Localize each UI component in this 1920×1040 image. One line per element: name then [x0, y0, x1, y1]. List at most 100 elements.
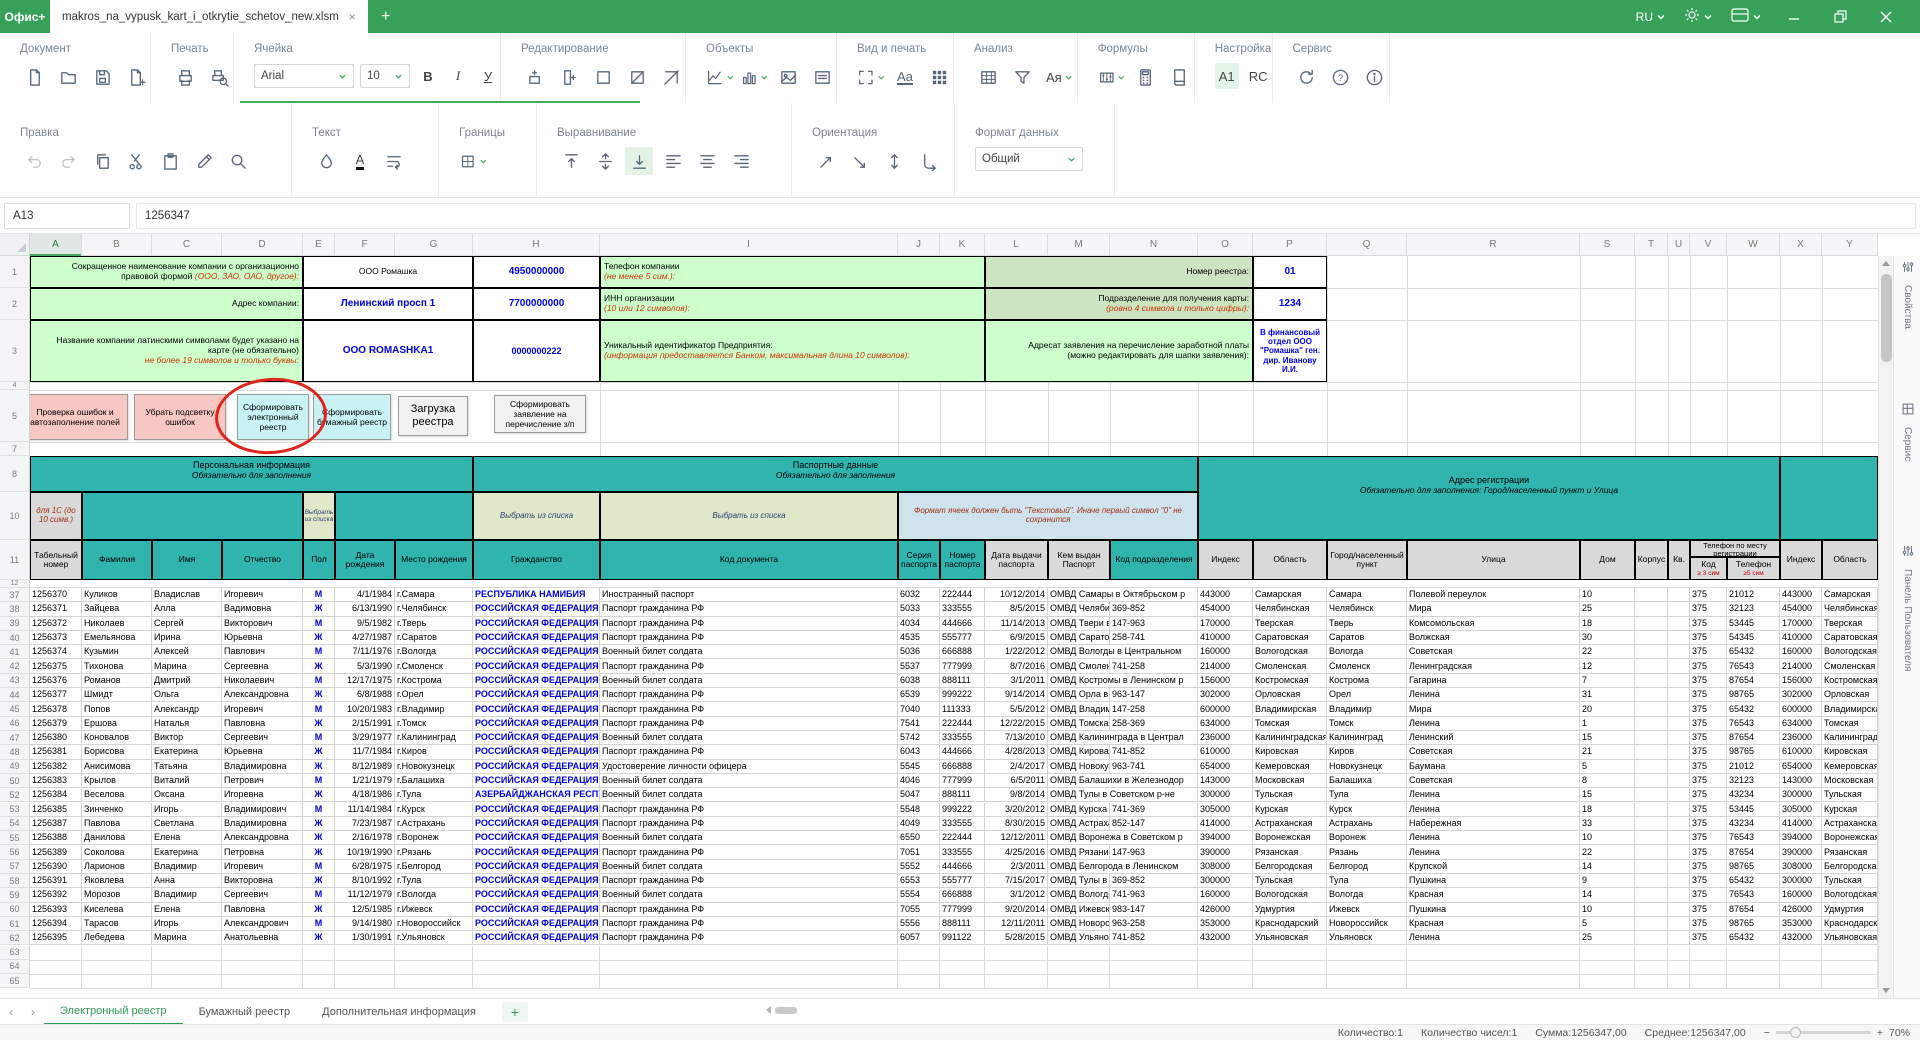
- table-header-street[interactable]: Улица: [1407, 540, 1580, 580]
- column-header-L[interactable]: L: [985, 234, 1048, 255]
- row-header-4[interactable]: 4: [0, 382, 30, 390]
- vertical-scroll-thumb[interactable]: [1881, 274, 1892, 362]
- cell-pcode[interactable]: 375: [1690, 888, 1727, 902]
- cell-doc[interactable]: Военный билет солдата: [600, 831, 898, 845]
- cell-sex[interactable]: Ж: [303, 760, 335, 774]
- cell-last[interactable]: Яковлева: [82, 874, 152, 888]
- cell-nom[interactable]: 888111: [940, 788, 985, 802]
- cell-reg2[interactable]: Вологодская: [1822, 888, 1878, 902]
- cell-podr[interactable]: 741-369: [1110, 803, 1198, 817]
- cell-idx[interactable]: 300000: [1198, 788, 1253, 802]
- cell-idx2[interactable]: 143000: [1780, 774, 1822, 788]
- cell-phone[interactable]: 32123: [1727, 774, 1780, 788]
- row-header-65[interactable]: 65: [0, 974, 30, 988]
- cell-house[interactable]: 10: [1580, 588, 1635, 602]
- cell-phone[interactable]: 87654: [1727, 674, 1780, 688]
- cell-street[interactable]: Волжская: [1407, 631, 1580, 645]
- cell-mid[interactable]: Павловна: [222, 903, 303, 917]
- cell-korp[interactable]: [1635, 888, 1668, 902]
- cell-reg[interactable]: Владимирская: [1253, 702, 1327, 716]
- cell-ser[interactable]: 5545: [898, 760, 940, 774]
- cell-sex[interactable]: Ж: [303, 788, 335, 802]
- cell-nom[interactable]: 991122: [940, 931, 985, 945]
- cell-street[interactable]: Красная: [1407, 917, 1580, 931]
- cell-kv[interactable]: [1668, 760, 1690, 774]
- cell-reg[interactable]: Тверская: [1253, 617, 1327, 631]
- spreadsheet-grid[interactable]: Сокращенное наименование компании с орга…: [0, 256, 1878, 998]
- column-header-V[interactable]: V: [1690, 234, 1727, 255]
- cell-dob[interactable]: 11/12/1979: [335, 888, 395, 902]
- cell-kv[interactable]: [1668, 645, 1690, 659]
- cell-issued[interactable]: 1/22/2012: [985, 645, 1048, 659]
- cell-ser[interactable]: 6550: [898, 831, 940, 845]
- cell-doc[interactable]: Паспорт гражданина РФ: [600, 688, 898, 702]
- row-header-62[interactable]: 62: [0, 931, 30, 945]
- cell-reg2[interactable]: Воронежская: [1822, 831, 1878, 845]
- language-selector[interactable]: RU: [1630, 0, 1672, 33]
- borders-icon[interactable]: [459, 147, 487, 175]
- cell-cit[interactable]: РОССИЙСКАЯ ФЕДЕРАЦИЯ: [473, 931, 600, 945]
- cut-icon[interactable]: [122, 147, 150, 175]
- cell-nom[interactable]: 444666: [940, 745, 985, 759]
- cell-korp[interactable]: [1635, 903, 1668, 917]
- cell-house[interactable]: 30: [1580, 631, 1635, 645]
- row-header-58[interactable]: 58: [0, 874, 30, 888]
- cell-city[interactable]: Курск: [1327, 803, 1407, 817]
- column-header-Q[interactable]: Q: [1327, 234, 1407, 255]
- cell-pcode[interactable]: 375: [1690, 903, 1727, 917]
- cell-phone[interactable]: 53445: [1727, 803, 1780, 817]
- cell-cit[interactable]: РОССИЙСКАЯ ФЕДЕРАЦИЯ: [473, 917, 600, 931]
- cell-ser[interactable]: 5537: [898, 660, 940, 674]
- cell-korp[interactable]: [1635, 745, 1668, 759]
- cell-street[interactable]: Ленина: [1407, 688, 1580, 702]
- cell-reg2[interactable]: Орловская: [1822, 688, 1878, 702]
- cell-podr[interactable]: 369-852: [1110, 874, 1198, 888]
- cell-phone[interactable]: 21012: [1727, 588, 1780, 602]
- cell-issued[interactable]: 12/22/2015: [985, 717, 1048, 731]
- cell-ser[interactable]: 5554: [898, 888, 940, 902]
- cell-pob[interactable]: г.Новокузнецк: [395, 760, 473, 774]
- cell-cit[interactable]: РОССИЙСКАЯ ФЕДЕРАЦИЯ: [473, 602, 600, 616]
- subheader-blank[interactable]: [82, 492, 303, 540]
- cell-house[interactable]: 7: [1580, 674, 1635, 688]
- show-headings-icon[interactable]: Aa: [891, 63, 919, 91]
- table-header-issued[interactable]: Дата выдачи паспорта: [985, 540, 1048, 580]
- cell-issued[interactable]: 9/20/2014: [985, 903, 1048, 917]
- cell-mid[interactable]: Игоревна: [222, 788, 303, 802]
- cell-dob[interactable]: 8/12/1989: [335, 760, 395, 774]
- insert-chart-icon[interactable]: [706, 63, 734, 91]
- cell-idx2[interactable]: 160000: [1780, 888, 1822, 902]
- font-color-icon[interactable]: A: [346, 147, 374, 175]
- cell-pcode[interactable]: 375: [1690, 874, 1727, 888]
- cell-idx[interactable]: 390000: [1198, 845, 1253, 859]
- cell-first[interactable]: Игорь: [152, 917, 222, 931]
- cell-dob[interactable]: 12/5/1985: [335, 903, 395, 917]
- row-header-7[interactable]: 7: [0, 442, 30, 456]
- cell-korp[interactable]: [1635, 931, 1668, 945]
- cell-reg[interactable]: Орловская: [1253, 688, 1327, 702]
- cell-sex[interactable]: М: [303, 888, 335, 902]
- cell-reg[interactable]: Ульяновская: [1253, 931, 1327, 945]
- insert-image-icon[interactable]: [774, 63, 802, 91]
- cell-pob[interactable]: г.Тула: [395, 874, 473, 888]
- cell-street[interactable]: Ленинградская: [1407, 660, 1580, 674]
- cell-idx[interactable]: 426000: [1198, 903, 1253, 917]
- cell-street[interactable]: Ленинский: [1407, 731, 1580, 745]
- cell-podr[interactable]: 963-258: [1110, 917, 1198, 931]
- table-header-first[interactable]: Имя: [152, 540, 222, 580]
- cell-korp[interactable]: [1635, 645, 1668, 659]
- cell-reg[interactable]: Воронежская: [1253, 831, 1327, 845]
- cell-issued[interactable]: 9/8/2014: [985, 788, 1048, 802]
- cell-korp[interactable]: [1635, 688, 1668, 702]
- cell-sex[interactable]: Ж: [303, 602, 335, 616]
- row-header-39[interactable]: 39: [0, 617, 30, 631]
- table-header-cit[interactable]: Гражданство: [473, 540, 600, 580]
- cell-idx2[interactable]: 443000: [1780, 588, 1822, 602]
- subheader-blank[interactable]: [335, 492, 473, 540]
- cell-mid[interactable]: Игоревич: [222, 702, 303, 716]
- cell-sex[interactable]: М: [303, 674, 335, 688]
- cell-mid[interactable]: Викторович: [222, 617, 303, 631]
- cell-phone[interactable]: 54345: [1727, 631, 1780, 645]
- panel-tab-2[interactable]: Панель Пользователя: [1894, 544, 1920, 671]
- cell-korp[interactable]: [1635, 845, 1668, 859]
